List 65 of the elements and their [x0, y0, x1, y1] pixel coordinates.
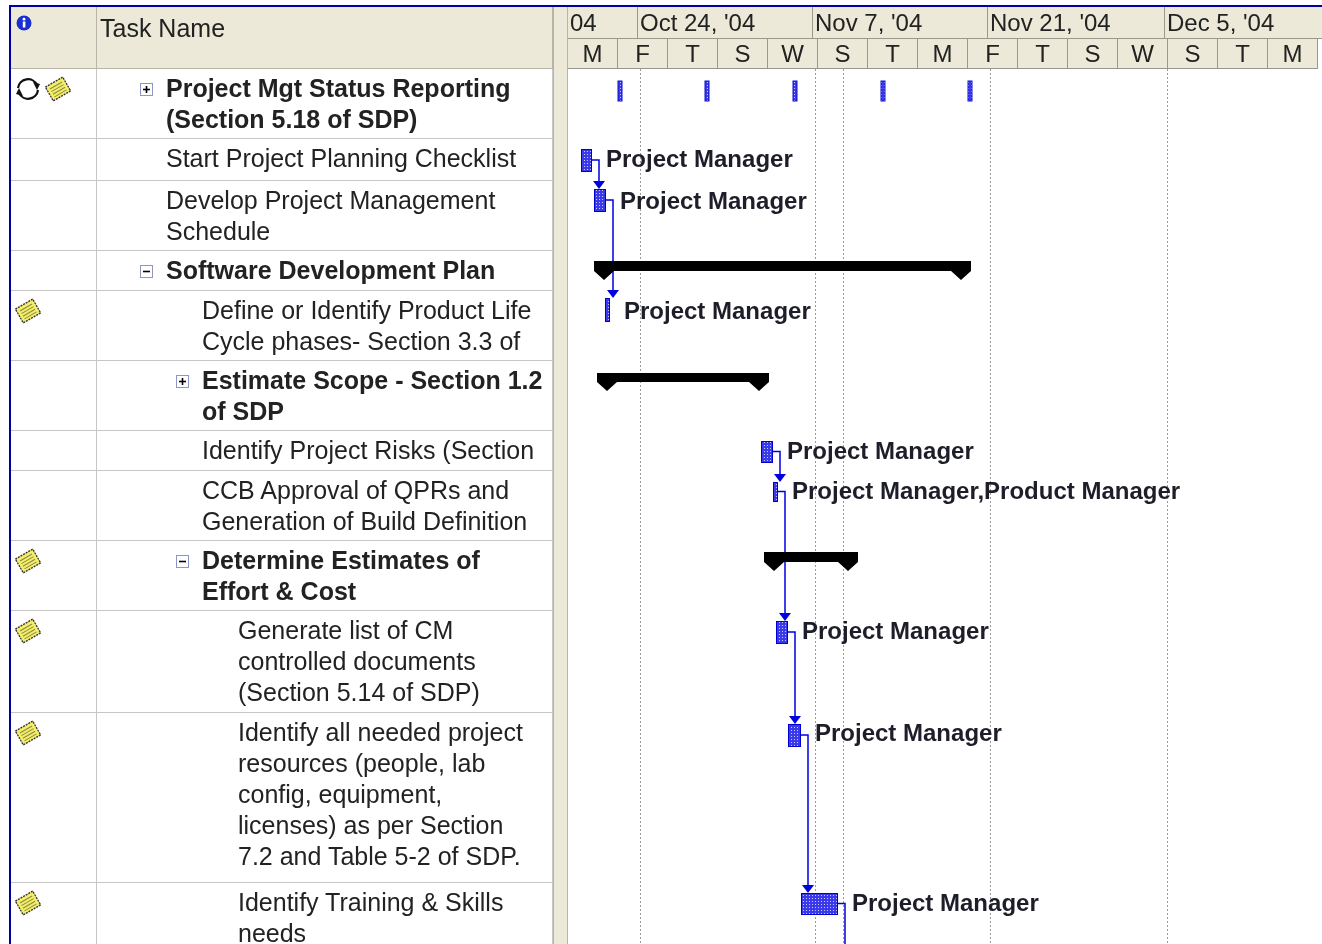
resource-label: Project Manager: [852, 889, 1039, 916]
timescale-cell: T: [868, 39, 918, 69]
task-name: Start Project Planning Checklist: [166, 143, 518, 174]
summary-bar[interactable]: [594, 261, 971, 280]
summary-bar[interactable]: [764, 552, 858, 571]
task-name: CCB Approval of QPRs and Generation of Build Definition: [202, 475, 529, 537]
resource-label: Project Manager: [787, 437, 974, 464]
column-header[interactable]: Task Name: [97, 7, 553, 69]
timescale-cell: M: [1268, 39, 1318, 69]
task-name: Identify Training & Skills needs: [238, 887, 505, 944]
timescale-cell: M: [568, 39, 618, 69]
resource-label: Project Manager: [815, 719, 1002, 746]
recurring-bar: [617, 80, 623, 102]
recurring-bar: [880, 80, 886, 102]
recurring-icon: [13, 75, 43, 103]
timescale-cell: T: [1218, 39, 1268, 69]
task-name: Identify Project Risks (Section: [202, 435, 536, 466]
task-bar[interactable]: [761, 441, 773, 463]
summary-task-name: Project Mgt Status Reporting (Section 5.18 of SDP): [166, 73, 512, 135]
timescale-cell: T: [1018, 39, 1068, 69]
recurring-bar: [967, 80, 973, 102]
summary-task-name: Software Development Plan: [166, 255, 497, 286]
resource-label: Project Manager,Product Manager: [792, 477, 1181, 504]
task-name: Define or Identify Product Life Cycle phases- Section 3.3 of: [202, 295, 533, 357]
resource-label: Project Manager: [802, 617, 989, 644]
recurring-bar: [792, 80, 798, 102]
timescale-cell: F: [618, 39, 668, 69]
expand-toggle[interactable]: [140, 83, 153, 96]
task-name: Generate list of CM controlled documents (Section 5.14 of SDP): [238, 615, 481, 708]
dependency-arrow: [771, 450, 786, 482]
task-bar[interactable]: [788, 724, 801, 747]
timescale-cell: S: [1068, 39, 1118, 69]
task-name: Develop Project Management Schedule: [166, 185, 497, 247]
timescale-cell: S: [718, 39, 768, 69]
resource-label: Project Manager: [624, 297, 811, 324]
timescale-cell: T: [668, 39, 718, 69]
summary-bar[interactable]: [597, 373, 769, 391]
resource-label: Project Manager: [620, 187, 807, 214]
dependency-arrow: [590, 159, 605, 189]
task-bar[interactable]: [581, 149, 592, 172]
timescale-cell: Dec 5, '04: [1165, 7, 1322, 39]
summary-task-name: Estimate Scope - Section 1.2 of SDP: [202, 365, 544, 427]
timescale-cell: Nov 7, '04: [813, 7, 988, 39]
resource-label: Project Manager: [606, 145, 793, 172]
expand-toggle[interactable]: [176, 375, 189, 388]
task-bar[interactable]: [605, 298, 610, 322]
summary-task-name: Determine Estimates of Effort & Cost: [202, 545, 481, 607]
info-icon: [16, 15, 32, 31]
recurring-bar: [704, 80, 710, 102]
timescale-cell: S: [1168, 39, 1218, 69]
timescale-cell: Oct 24, '04: [638, 7, 813, 39]
timescale-cell: W: [768, 39, 818, 69]
task-name: Identify all needed project resources (people, lab config, equipment, licenses) as per Section 7.2 and Table 5-2 of SDP.: [238, 717, 524, 872]
collapse-toggle[interactable]: [176, 555, 189, 568]
timescale-cell: S: [818, 39, 868, 69]
task-bar[interactable]: [801, 893, 838, 915]
task-bar[interactable]: [776, 621, 788, 644]
timescale-cell: Nov 21, '04: [988, 7, 1165, 39]
timescale-cell: M: [918, 39, 968, 69]
timescale-cell: 04: [568, 7, 638, 39]
timescale-cell: F: [968, 39, 1018, 69]
timescale-cell: W: [1118, 39, 1168, 69]
task-bar[interactable]: [594, 189, 606, 212]
task-bar[interactable]: [773, 482, 778, 502]
collapse-toggle[interactable]: [140, 265, 153, 278]
